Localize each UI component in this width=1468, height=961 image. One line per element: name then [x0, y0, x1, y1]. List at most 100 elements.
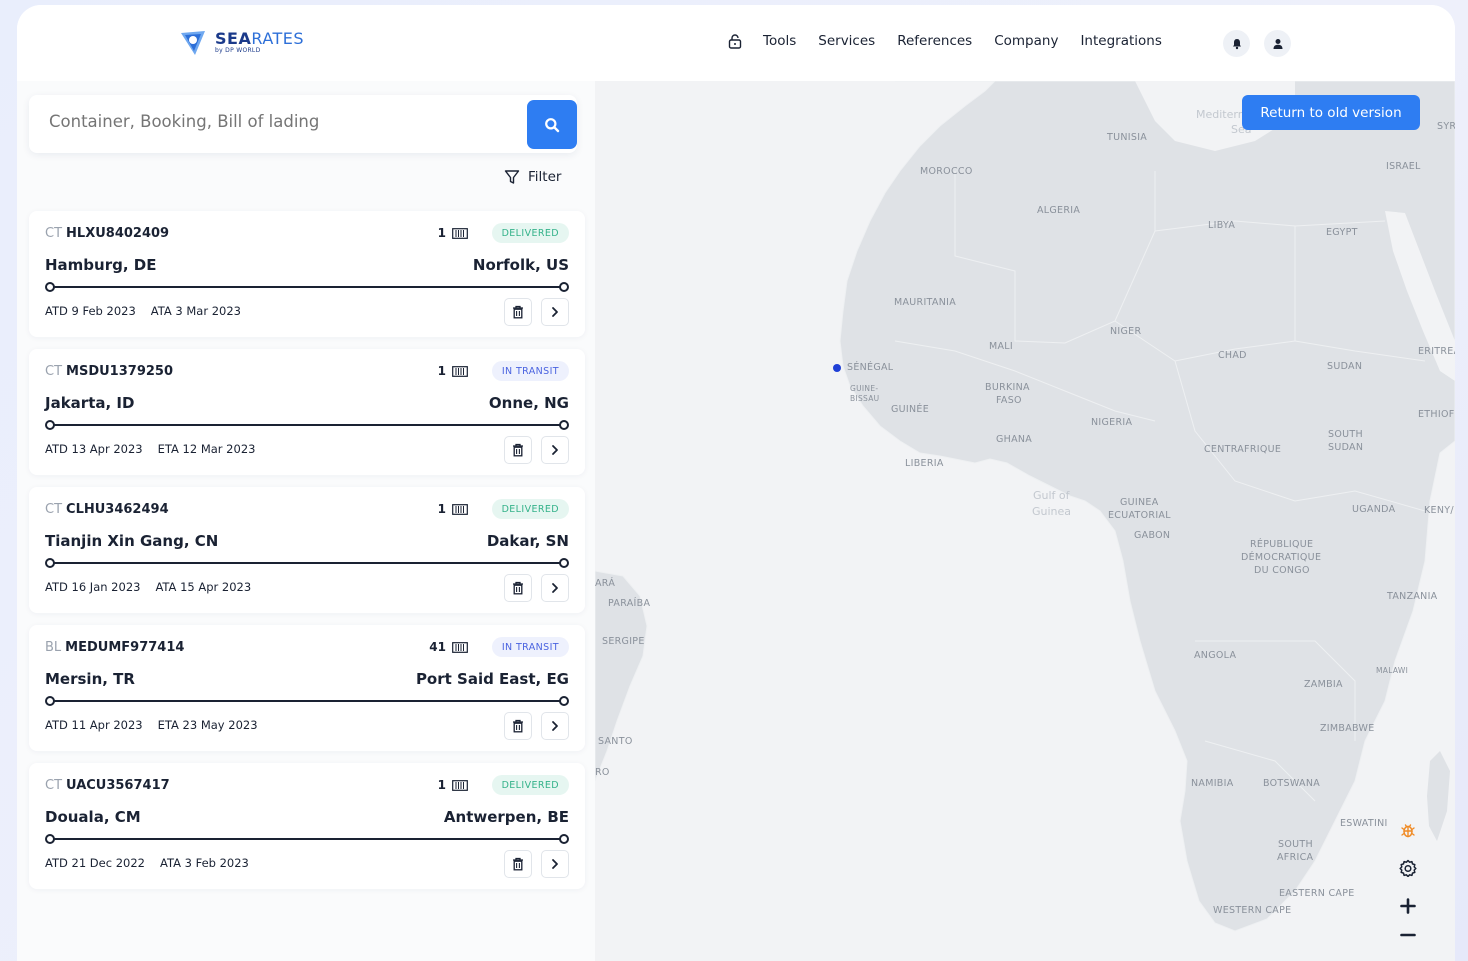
- arrival-date: ATA 3 Feb 2023: [159, 856, 249, 870]
- destination-port: Port Said East, EG: [415, 670, 569, 688]
- map-label: GUINE-: [850, 384, 879, 393]
- destination-port: Antwerpen, BE: [443, 808, 569, 826]
- report-bug-button[interactable]: [1393, 815, 1423, 845]
- map-label: MAURITANIA: [894, 297, 957, 308]
- filter-label: Filter: [528, 169, 562, 185]
- map-label: AFRICA: [1277, 852, 1314, 863]
- container-count: 41: [429, 640, 468, 654]
- open-details-button[interactable]: [541, 850, 569, 878]
- container-icon: [452, 641, 468, 653]
- nav-tools[interactable]: Tools: [763, 33, 796, 49]
- delete-button[interactable]: [504, 850, 532, 878]
- route-line: [45, 696, 569, 706]
- map-label: SOUTH: [1278, 839, 1313, 850]
- status-badge: DELIVERED: [491, 223, 569, 243]
- gear-icon: [1399, 859, 1417, 877]
- nav-services[interactable]: Services: [818, 33, 875, 49]
- map-label: GHANA: [996, 434, 1033, 445]
- trash-icon: [513, 581, 523, 595]
- shipment-card[interactable]: CT CLHU3462494 1 DELIVERED Tianjin Xin Ga…: [29, 487, 585, 613]
- origin-port: Mersin, TR: [45, 670, 135, 688]
- container-icon: [452, 365, 468, 377]
- container-count: 1: [438, 778, 468, 792]
- open-details-button[interactable]: [541, 574, 569, 602]
- trash-icon: [513, 857, 523, 871]
- shipment-card[interactable]: CT MSDU1379250 1 IN TRANSIT Jakarta, ID O…: [29, 349, 585, 475]
- shipment-type: CT: [45, 364, 63, 379]
- arrival-date: ATA 15 Apr 2023: [155, 580, 252, 594]
- map-label: SÉNÉGAL: [847, 362, 894, 373]
- arrival-date: ATA 3 Mar 2023: [150, 304, 241, 318]
- status-badge: IN TRANSIT: [491, 361, 569, 381]
- route-line: [45, 558, 569, 568]
- plus-icon: [1400, 898, 1416, 914]
- shipment-id: MSDU1379250: [66, 364, 173, 379]
- zoom-out-button[interactable]: [1393, 920, 1423, 950]
- chevron-right-icon: [552, 859, 558, 869]
- map-label: EGYPT: [1326, 227, 1358, 238]
- nav-company[interactable]: Company: [994, 33, 1058, 49]
- map-label: ETHIOF: [1418, 409, 1455, 420]
- map-label: FASO: [996, 395, 1022, 406]
- destination-port: Dakar, SN: [486, 532, 569, 550]
- shipments-sidebar: Filter CTHLXU8402409 1 DELIVERED Hamburg…: [17, 81, 595, 961]
- shipment-card[interactable]: BL MEDUMF977414 41 IN TRANSIT Mersin, TR …: [29, 625, 585, 751]
- origin-port: Jakarta, ID: [45, 394, 135, 412]
- trash-icon: [513, 305, 523, 319]
- search-input[interactable]: [49, 112, 509, 131]
- nav-references[interactable]: References: [897, 33, 972, 49]
- destination-port: Onne, NG: [488, 394, 569, 412]
- shipment-id: MEDUMF977414: [65, 640, 185, 655]
- lock-icon[interactable]: [727, 33, 743, 49]
- top-header: SEARATES by DP WORLD Tools Services Refe…: [17, 5, 1455, 81]
- shipment-card[interactable]: CT HLXU8402409 1 DELIVERED Hamburg, DE No…: [29, 211, 585, 337]
- open-details-button[interactable]: [541, 712, 569, 740]
- delete-button[interactable]: [504, 712, 532, 740]
- container-count: 1: [438, 502, 468, 516]
- app-window: SEARATES by DP WORLD Tools Services Refe…: [17, 5, 1455, 961]
- map-label: BOTSWANA: [1263, 778, 1321, 789]
- return-to-old-version-button[interactable]: Return to old version: [1242, 95, 1420, 130]
- arrival-date: ETA 12 Mar 2023: [157, 442, 256, 456]
- shipment-marker[interactable]: [833, 364, 841, 372]
- map-label: LIBYA: [1208, 220, 1236, 231]
- filter-button[interactable]: Filter: [504, 169, 561, 185]
- delete-button[interactable]: [504, 298, 532, 326]
- map-label: ERITREA: [1418, 346, 1455, 357]
- map-label: RO: [595, 767, 610, 778]
- map-settings-button[interactable]: [1393, 853, 1423, 883]
- filter-icon: [504, 170, 520, 184]
- trash-icon: [513, 443, 523, 457]
- map-label: CHAD: [1218, 350, 1247, 361]
- shipment-id: HLXU8402409: [66, 226, 170, 241]
- logo-subtitle: by DP WORLD: [215, 46, 261, 54]
- open-details-button[interactable]: [541, 436, 569, 464]
- open-details-button[interactable]: [541, 298, 569, 326]
- destination-port: Norfolk, US: [472, 256, 569, 274]
- map-view[interactable]: Mediterra Sea TUNISIA ISRAEL SYRI MOROCC…: [595, 81, 1455, 961]
- map-label: ECUATORIAL: [1108, 510, 1171, 521]
- searates-logo[interactable]: SEARATES by DP WORLD: [179, 27, 304, 57]
- zoom-in-button[interactable]: [1393, 891, 1423, 921]
- shipment-card[interactable]: CT UACU3567417 1 DELIVERED Douala, CM Ant…: [29, 763, 585, 889]
- status-badge: DELIVERED: [491, 775, 569, 795]
- map-label: Gulf of: [1033, 489, 1070, 502]
- container-count: 1: [438, 226, 468, 240]
- map-label: GABON: [1134, 530, 1171, 541]
- notifications-button[interactable]: [1223, 30, 1250, 57]
- search-button[interactable]: [527, 100, 577, 149]
- status-badge: IN TRANSIT: [491, 637, 569, 657]
- delete-button[interactable]: [504, 436, 532, 464]
- nav-integrations[interactable]: Integrations: [1080, 33, 1161, 49]
- map-label: Guinea: [1032, 505, 1072, 518]
- map-label: BISSAU: [850, 394, 880, 403]
- delete-button[interactable]: [504, 574, 532, 602]
- profile-button[interactable]: [1264, 30, 1291, 57]
- container-icon: [452, 503, 468, 515]
- map-label: ZAMBIA: [1304, 679, 1343, 690]
- map-label: NAMIBIA: [1191, 778, 1234, 789]
- map-label: MOROCCO: [920, 166, 973, 177]
- map-label: UGANDA: [1352, 504, 1396, 515]
- map-label: BURKINA: [985, 382, 1030, 393]
- map-label: SUDAN: [1327, 361, 1363, 372]
